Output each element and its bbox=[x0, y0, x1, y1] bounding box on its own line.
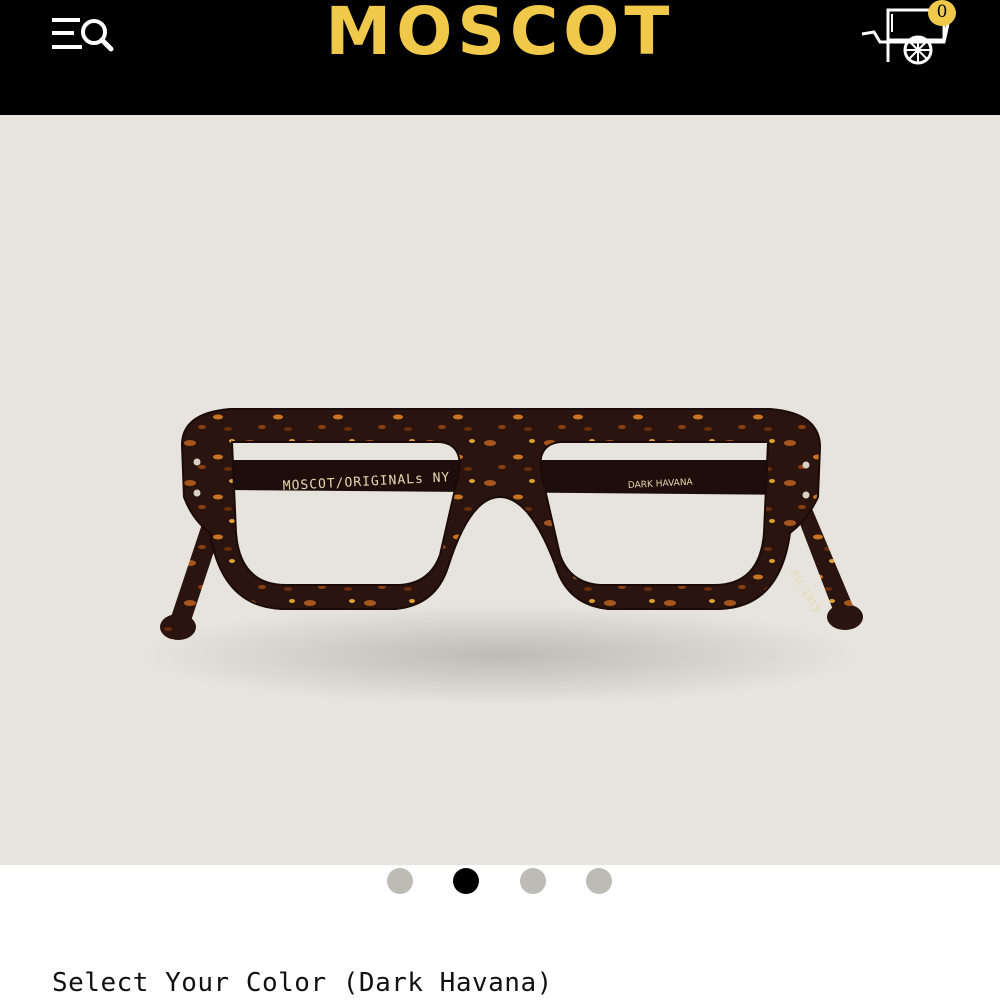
temple-tip-text: Est. 1915 bbox=[787, 569, 821, 615]
site-header: MOSCOT 0 bbox=[0, 0, 1000, 115]
eyeglasses-image: MOSCOT/ORIGINALs NY DARK HAVANA Est. 191… bbox=[140, 408, 863, 705]
carousel-dots bbox=[0, 868, 1000, 896]
cart-count-badge: 0 bbox=[928, 0, 956, 26]
carousel-dot-3[interactable] bbox=[520, 868, 546, 894]
product-image: MOSCOT/ORIGINALs NY DARK HAVANA Est. 191… bbox=[0, 115, 1000, 894]
carousel-dot-4[interactable] bbox=[586, 868, 612, 894]
select-color-label: Select Your Color (Dark Havana) bbox=[52, 968, 553, 998]
brand-logo[interactable]: MOSCOT bbox=[0, 0, 1000, 68]
carousel-dot-2-active[interactable] bbox=[453, 868, 479, 894]
carousel-dot-1[interactable] bbox=[387, 868, 413, 894]
